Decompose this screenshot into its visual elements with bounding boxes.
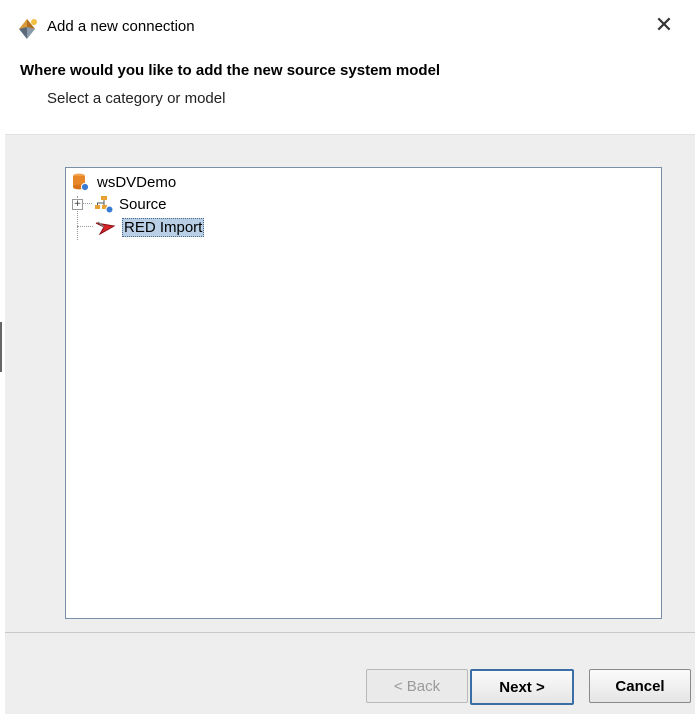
page-subtitle: Select a category or model (47, 90, 226, 107)
back-button-label: < Back (393, 677, 441, 695)
cancel-button[interactable]: Cancel (589, 669, 691, 703)
category-tree[interactable]: wsDVDemo + Source RED Import (65, 167, 662, 619)
wizard-icon (13, 15, 41, 43)
close-icon: ✕ (654, 12, 674, 37)
tree-connector-red (77, 226, 93, 227)
wizard-header: Where would you like to add the new sour… (0, 48, 695, 134)
database-icon (70, 172, 90, 192)
tree-item-label: Source (119, 195, 167, 213)
next-button-label: Next > (499, 678, 545, 696)
red-import-icon (94, 217, 118, 237)
next-button[interactable]: Next > (470, 669, 574, 705)
tree-item-label: RED Import (122, 217, 205, 237)
content-panel: wsDVDemo + Source RED Import (5, 134, 695, 633)
window-edge-mark (0, 322, 2, 372)
window-title: Add a new connection (47, 18, 195, 35)
tree-item-label: wsDVDemo (97, 173, 177, 191)
expand-toggle[interactable]: + (72, 198, 83, 210)
button-bar: < Back Next > Cancel (5, 632, 695, 714)
close-button[interactable]: ✕ (653, 12, 675, 37)
tree-item-root[interactable]: wsDVDemo (70, 172, 178, 192)
back-button[interactable]: < Back (366, 669, 468, 703)
page-title: Where would you like to add the new sour… (20, 62, 441, 79)
network-icon (94, 194, 114, 214)
tree-item-red-import[interactable]: RED Import (94, 217, 205, 237)
cancel-button-label: Cancel (615, 677, 665, 695)
tree-item-source[interactable]: + Source (72, 194, 169, 214)
